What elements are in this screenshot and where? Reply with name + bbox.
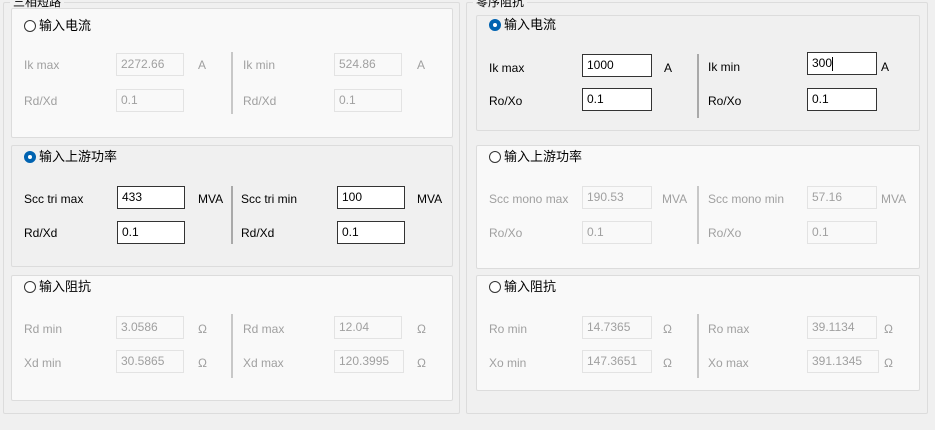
right-ik-max-unit: A [664,61,673,75]
right-current-separator [697,54,699,118]
left-impedance-panel: 输入阻抗 Rd min 3.0586 Ω Rd max 12.04 Ω Xd m… [11,275,453,401]
right-imp-b2-label: Xo max [708,356,749,370]
right-current-ratio2-label: Ro/Xo [708,94,742,108]
left-power-radio-label: 输入上游功率 [39,149,118,164]
left-ik-max-unit: A [198,58,207,72]
text-caret [832,56,834,71]
left-ik-max-label: Ik max [24,58,60,72]
right-scc-max-label: Scc mono max [489,192,569,206]
left-imp-a2-unit: Ω [417,322,426,336]
right-current-ratio2-input[interactable]: 0.1 [807,88,877,111]
left-power-ratio2-label: Rd/Xd [241,226,275,240]
left-current-ratio1-input[interactable]: 0.1 [116,89,184,112]
left-power-ratio1-input[interactable]: 0.1 [117,221,185,244]
right-impedance-radio-label: 输入阻抗 [504,279,557,294]
left-power-radio[interactable]: 输入上游功率 [24,149,117,165]
right-ik-max-input[interactable]: 1000 [582,54,652,77]
left-imp-b1-label: Xd min [24,356,62,370]
left-imp-a2-label: Rd max [243,322,285,336]
right-ik-min-unit: A [881,60,890,74]
right-imp-a2-input[interactable]: 39.1134 [807,316,877,339]
right-current-panel: 输入电流 Ik max 1000 A Ik min 300 A Ro/Xo 0.… [476,15,920,131]
left-ik-max-input[interactable]: 2272.66 [116,53,184,76]
right-scc-max-input[interactable]: 190.53 [582,186,652,209]
left-current-radio-label: 输入电流 [39,18,92,33]
left-ik-min-unit: A [417,58,426,72]
right-imp-b2-input[interactable]: 391.1345 [807,350,879,373]
left-impedance-radio[interactable]: 输入阻抗 [24,279,91,295]
right-power-ratio2-input[interactable]: 0.1 [807,221,877,244]
right-scc-max-unit: MVA [662,192,688,206]
right-current-ratio1-label: Ro/Xo [489,94,523,108]
radio-icon [24,281,36,293]
right-current-radio[interactable]: 输入电流 [489,17,556,33]
right-current-ratio1-input[interactable]: 0.1 [582,88,652,111]
radio-checked-icon [24,151,36,163]
radio-icon [489,281,501,293]
left-imp-b1-input[interactable]: 30.5865 [116,350,184,373]
left-power-separator [231,186,233,244]
left-current-ratio2-label: Rd/Xd [243,94,277,108]
left-power-ratio2-input[interactable]: 0.1 [337,221,405,244]
right-power-separator [697,186,699,244]
left-power-panel: 输入上游功率 Scc tri max 433 MVA Scc tri min 1… [11,145,453,267]
right-imp-a1-label: Ro min [489,322,528,336]
right-power-panel: 输入上游功率 Scc mono max 190.53 MVA Scc mono … [476,145,920,269]
left-imp-a2-input[interactable]: 12.04 [334,316,402,339]
right-power-radio-label: 输入上游功率 [504,149,583,164]
right-imp-a2-unit: Ω [884,322,893,336]
right-power-ratio1-label: Ro/Xo [489,226,523,240]
zero-sequence-group: 零序阻抗 输入电流 Ik max 1000 A Ik min 300 A Ro/… [466,0,928,414]
left-imp-b2-input[interactable]: 120.3995 [334,350,404,373]
left-imp-b2-unit: Ω [417,356,426,370]
right-imp-b1-input[interactable]: 147.3651 [582,350,652,373]
zero-sequence-group-title: 零序阻抗 [473,0,528,9]
left-ik-min-input[interactable]: 524.86 [334,53,402,76]
right-ik-min-label: Ik min [708,60,741,74]
right-imp-b2-unit: Ω [884,356,893,370]
left-power-ratio1-label: Rd/Xd [24,226,58,240]
left-impedance-separator [231,314,233,378]
left-ik-min-label: Ik min [243,58,276,72]
right-imp-a2-label: Ro max [708,322,750,336]
radio-icon [489,151,501,163]
left-scc-min-unit: MVA [417,192,443,206]
left-current-ratio2-input[interactable]: 0.1 [334,89,402,112]
right-impedance-radio[interactable]: 输入阻抗 [489,279,556,295]
left-impedance-radio-label: 输入阻抗 [39,279,92,294]
right-imp-a1-unit: Ω [663,322,672,336]
left-imp-a1-label: Rd min [24,322,63,336]
right-imp-b1-unit: Ω [663,356,672,370]
right-imp-a1-input[interactable]: 14.7365 [582,316,652,339]
right-ik-max-label: Ik max [489,61,525,75]
left-current-ratio1-label: Rd/Xd [24,94,58,108]
left-current-panel: 输入电流 Ik max 2272.66 A Ik min 524.86 A Rd… [11,8,453,138]
right-impedance-panel: 输入阻抗 Ro min 14.7365 Ω Ro max 39.1134 Ω X… [476,275,920,391]
right-power-ratio1-input[interactable]: 0.1 [582,221,652,244]
left-scc-max-unit: MVA [198,192,224,206]
right-ik-min-value: 300 [812,56,833,70]
radio-icon [24,20,36,32]
right-power-radio[interactable]: 输入上游功率 [489,149,582,165]
left-current-separator [231,52,233,114]
right-scc-min-unit: MVA [881,192,907,206]
right-power-ratio2-label: Ro/Xo [708,226,742,240]
right-current-radio-label: 输入电流 [504,17,557,32]
right-ik-min-input[interactable]: 300 [807,52,877,75]
left-current-radio[interactable]: 输入电流 [24,18,91,34]
right-scc-min-input[interactable]: 57.16 [807,186,877,209]
left-scc-min-label: Scc tri min [241,192,298,206]
left-scc-max-label: Scc tri max [24,192,84,206]
left-imp-b1-unit: Ω [198,356,207,370]
left-imp-b2-label: Xd max [243,356,284,370]
left-scc-max-input[interactable]: 433 [117,186,185,209]
left-scc-min-input[interactable]: 100 [337,186,405,209]
left-imp-a1-input[interactable]: 3.0586 [116,316,184,339]
three-phase-group: 三相短路 输入电流 Ik max 2272.66 A Ik min 524.86… [3,0,460,414]
right-impedance-separator [697,314,699,378]
right-imp-b1-label: Xo min [489,356,527,370]
left-imp-a1-unit: Ω [198,322,207,336]
right-scc-min-label: Scc mono min [708,192,785,206]
radio-checked-icon [489,19,501,31]
